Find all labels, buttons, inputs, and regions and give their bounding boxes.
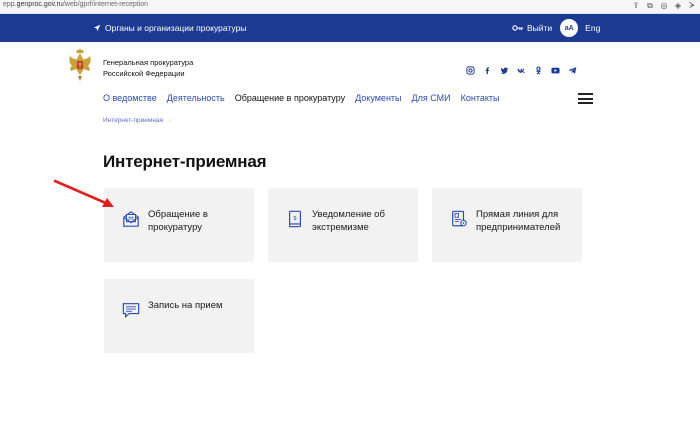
brand-line-2: Российской Федерации — [103, 69, 185, 78]
card-label: Обращение в прокуратуру — [148, 209, 208, 233]
card-label: Уведомление об экстремизме — [312, 209, 385, 233]
orgs-link-label: Органы и организации прокуратуры — [105, 23, 247, 33]
nav-item-activity[interactable]: Деятельность — [167, 93, 225, 103]
breadcrumb-chevron-icon: › — [169, 117, 172, 124]
nav-item-appeal[interactable]: Обращение в прокуратуру — [235, 93, 345, 103]
url-host: genproc.gov.ru — [16, 1, 63, 8]
nav-item-media[interactable]: Для СМИ — [412, 93, 451, 103]
card-appeal[interactable]: Обращение в прокуратуру — [104, 188, 254, 262]
location-arrow-icon — [93, 24, 101, 32]
brand-name[interactable]: Генеральная прокуратура Российской Федер… — [103, 57, 193, 79]
youtube-icon[interactable] — [551, 62, 560, 74]
page-title: Интернет-приемная — [103, 152, 267, 171]
breadcrumb-current[interactable]: Интернет-приемная — [103, 117, 163, 124]
card-appointment[interactable]: Запись на прием — [104, 279, 254, 353]
svg-text:$: $ — [294, 216, 297, 222]
telegram-icon[interactable] — [568, 62, 577, 74]
copy-icon[interactable]: ⧉ — [646, 2, 654, 10]
url-text[interactable]: epp.genproc.gov.ru/web/gprf/internet-rec… — [3, 1, 148, 8]
card-label: Прямая линия для предпринимателей — [476, 209, 561, 233]
brand-line-1: Генеральная прокуратура — [103, 58, 194, 67]
card-extremism[interactable]: $ Уведомление об экстремизме — [268, 188, 418, 262]
menu-icon[interactable] — [578, 93, 593, 104]
twitter-icon[interactable] — [500, 62, 509, 74]
language-switch[interactable]: Eng — [585, 23, 600, 33]
instagram-icon[interactable] — [466, 62, 475, 75]
main-nav: О ведомстве Деятельность Обращение в про… — [103, 93, 509, 103]
book-icon: $ — [289, 210, 301, 228]
breadcrumb: Интернет-приемная › — [103, 117, 171, 124]
share-icon[interactable]: ⇪ — [632, 2, 640, 10]
screenshot-icon[interactable]: ◎ — [660, 2, 668, 10]
logout-link[interactable]: Выйти — [527, 23, 552, 33]
nav-item-about[interactable]: О ведомстве — [103, 93, 157, 103]
vk-icon[interactable] — [517, 62, 526, 73]
document-icon — [452, 210, 467, 227]
nav-item-contacts[interactable]: Контакты — [461, 93, 500, 103]
odnoklassniki-icon[interactable] — [534, 62, 543, 75]
orgs-link[interactable]: Органы и организации прокуратуры — [93, 23, 246, 33]
key-icon — [512, 25, 524, 31]
envelope-icon — [123, 211, 139, 227]
font-size-toggle[interactable]: аА — [560, 19, 579, 37]
social-links — [466, 62, 577, 75]
extensions-icon[interactable]: ᗒ — [688, 2, 696, 10]
emblem-logo[interactable] — [66, 48, 94, 82]
top-bar: Органы и организации прокуратуры Выйти а… — [0, 14, 700, 42]
url-path: /web/gprf/internet-reception — [62, 1, 149, 8]
chat-icon — [122, 303, 140, 319]
shield-icon[interactable]: ◈ — [674, 2, 682, 10]
browser-address-bar[interactable]: epp.genproc.gov.ru/web/gprf/internet-rec… — [0, 0, 700, 14]
card-label: Запись на прием — [148, 300, 223, 311]
card-hotline[interactable]: Прямая линия для предпринимателей — [432, 188, 582, 262]
nav-item-documents[interactable]: Документы — [355, 93, 401, 103]
annotation-arrow-icon — [53, 179, 114, 207]
url-prefix: epp. — [3, 1, 17, 8]
facebook-icon[interactable] — [483, 62, 492, 75]
